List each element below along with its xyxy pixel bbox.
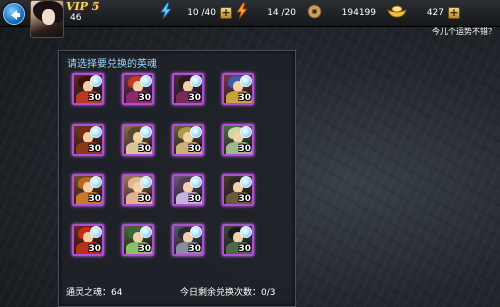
vip-badge: VIP 5	[66, 0, 100, 13]
gold-display: 427 +	[410, 5, 462, 20]
hero-card[interactable]: 30	[222, 174, 254, 206]
hero-card[interactable]: 30	[172, 224, 204, 256]
copper-coin-icon	[307, 4, 322, 19]
soul-orb-icon	[90, 75, 102, 87]
hero-soul-count: 30	[138, 93, 151, 103]
hero-card[interactable]: 30	[122, 174, 154, 206]
hero-card[interactable]: 30	[122, 224, 154, 256]
soul-orb-icon	[140, 226, 152, 238]
hero-soul-count: 30	[138, 194, 151, 204]
soul-orb-icon	[240, 226, 252, 238]
soul-orb-icon	[90, 226, 102, 238]
hero-card[interactable]: 30	[172, 174, 204, 206]
energy-icon	[236, 2, 248, 20]
gold-ingot-icon	[387, 5, 407, 18]
hero-soul-count: 30	[188, 93, 201, 103]
stamina-icon	[160, 2, 172, 20]
hero-soul-count: 30	[238, 93, 251, 103]
player-avatar[interactable]	[30, 0, 64, 38]
coins-display: 194199	[324, 5, 380, 20]
soul-orb-icon	[90, 176, 102, 188]
hero-soul-count: 30	[238, 194, 251, 204]
exchange-remaining-label: 今日剩余兑换次数：0/3	[180, 288, 276, 298]
hero-soul-count: 30	[88, 144, 101, 154]
soul-orb-icon	[190, 176, 202, 188]
add-gold-button[interactable]: +	[448, 6, 460, 19]
hero-soul-count: 30	[88, 194, 101, 204]
soul-orb-icon	[190, 75, 202, 87]
hero-soul-count: 30	[88, 244, 101, 254]
hero-card[interactable]: 30	[72, 73, 104, 105]
hero-soul-count: 30	[238, 144, 251, 154]
soul-orb-icon	[240, 75, 252, 87]
soul-orb-icon	[190, 226, 202, 238]
hero-card[interactable]: 30	[122, 73, 154, 105]
coins-value: 194199	[341, 7, 376, 18]
soul-count-label: 通灵之魂：64	[66, 288, 123, 298]
hero-soul-count: 30	[138, 144, 151, 154]
gold-value: 427	[426, 7, 444, 18]
stamina-display: 10 /40 +	[176, 5, 232, 20]
soul-orb-icon	[140, 75, 152, 87]
soul-orb-icon	[140, 176, 152, 188]
soul-orb-icon	[190, 126, 202, 138]
top-resource-bar: VIP 5 46 10 /40 + 14 /20 194199 427 +	[0, 0, 500, 38]
hero-card[interactable]: 30	[72, 174, 104, 206]
fortune-text[interactable]: 今儿个运势不错？	[432, 26, 496, 37]
hero-soul-count: 30	[138, 244, 151, 254]
energy-value: 14 /20	[267, 7, 296, 18]
player-level: 46	[70, 13, 82, 23]
hero-soul-count: 30	[188, 144, 201, 154]
arrow-left-icon	[11, 10, 20, 20]
hero-card[interactable]: 30	[172, 73, 204, 105]
hero-card[interactable]: 30	[122, 124, 154, 156]
hero-soul-count: 30	[238, 244, 251, 254]
soul-orb-icon	[140, 126, 152, 138]
hero-card[interactable]: 30	[222, 224, 254, 256]
soul-orb-icon	[90, 126, 102, 138]
hero-card[interactable]: 30	[222, 124, 254, 156]
hero-card[interactable]: 30	[222, 73, 254, 105]
energy-display: 14 /20	[252, 5, 304, 20]
hero-soul-count: 30	[188, 194, 201, 204]
add-stamina-button[interactable]: +	[220, 6, 232, 19]
hero-soul-count: 30	[188, 244, 201, 254]
hero-card[interactable]: 30	[72, 224, 104, 256]
soul-orb-icon	[240, 126, 252, 138]
hero-soul-count: 30	[88, 93, 101, 103]
hero-card[interactable]: 30	[72, 124, 104, 156]
hero-card[interactable]: 30	[172, 124, 204, 156]
soul-orb-icon	[240, 176, 252, 188]
back-button[interactable]	[3, 3, 25, 25]
panel-title: 请选择要兑换的英魂	[67, 59, 157, 70]
stamina-value: 10 /40	[187, 7, 216, 18]
